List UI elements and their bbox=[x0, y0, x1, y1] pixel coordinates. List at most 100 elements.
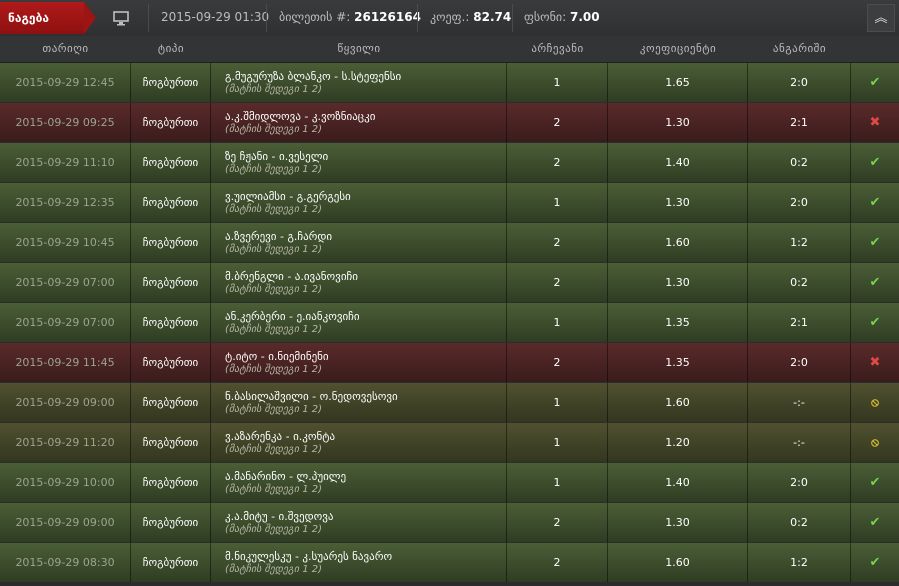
cell-status: ✖ bbox=[851, 103, 899, 142]
cell-status: ⦸ bbox=[851, 423, 899, 462]
table-row[interactable]: 2015-09-29 09:00 ჩოგბურთი კ.ა.მიტუ - ი.შვე… bbox=[0, 503, 899, 542]
match-name: ნ.ბასილაშვილი - ო.ნედოვესოვი bbox=[225, 390, 398, 403]
match-name: ა.მანარინო - ლ.პუილე bbox=[225, 470, 347, 483]
cell-type: ჩოგბურთი bbox=[131, 183, 211, 222]
market-name: (მატჩის შედეგი 1 2) bbox=[225, 324, 323, 335]
cell-choice: 2 bbox=[507, 263, 608, 302]
ticket-coef: კოეფ.: 82.74 bbox=[430, 10, 511, 24]
market-name: (მატჩის შედეგი 1 2) bbox=[225, 84, 323, 95]
separator bbox=[148, 4, 149, 32]
cell-type: ჩოგბურთი bbox=[131, 143, 211, 182]
cross-icon: ✖ bbox=[869, 355, 881, 370]
col-score: ანგარიში bbox=[772, 42, 827, 55]
cell-type: ჩოგბურთი bbox=[131, 463, 211, 502]
cell-odds: 1.35 bbox=[608, 303, 748, 342]
cell-date: 2015-09-29 07:00 bbox=[0, 303, 131, 342]
market-name: (მატჩის შედეგი 1 2) bbox=[225, 524, 323, 535]
void-icon: ⦸ bbox=[871, 435, 879, 449]
market-name: (მატჩის შედეგი 1 2) bbox=[225, 484, 323, 495]
cell-date: 2015-09-29 10:00 bbox=[0, 463, 131, 502]
cell-type: ჩოგბურთი bbox=[131, 423, 211, 462]
collapse-button[interactable]: ︽ bbox=[867, 4, 895, 32]
cell-odds: 1.60 bbox=[608, 383, 748, 422]
market-name: (მატჩის შედეგი 1 2) bbox=[225, 404, 323, 415]
cell-type: ჩოგბურთი bbox=[131, 303, 211, 342]
col-type: ტიპი bbox=[157, 42, 185, 55]
match-name: მ.ნიკულესკუ - კ.სუარეს ნავარო bbox=[225, 550, 393, 563]
market-name: (მატჩის შედეგი 1 2) bbox=[225, 124, 323, 135]
cell-choice: 1 bbox=[507, 63, 608, 102]
table-row[interactable]: 2015-09-29 11:45 ჩოგბურთი ტ.იტო - ი.ნიემინ… bbox=[0, 343, 899, 382]
cell-match: ტ.იტო - ი.ნიემინენი (მატჩის შედეგი 1 2) bbox=[211, 343, 507, 382]
cell-type: ჩოგბურთი bbox=[131, 263, 211, 302]
amount-value: 7.00 bbox=[569, 10, 600, 24]
cell-date: 2015-09-29 07:00 bbox=[0, 263, 131, 302]
cell-type: ჩოგბურთი bbox=[131, 383, 211, 422]
table-header: თარიღი ტიპი წყვილი არჩევანი კოეფიციენტი … bbox=[0, 36, 899, 63]
table-row[interactable]: 2015-09-29 12:35 ჩოგბურთი ვ.უილიამსი - გ.გ… bbox=[0, 183, 899, 222]
check-icon: ✔ bbox=[869, 475, 881, 490]
cell-date: 2015-09-29 10:45 bbox=[0, 223, 131, 262]
check-icon: ✔ bbox=[869, 515, 881, 530]
cell-type: ჩოგბურთი bbox=[131, 543, 211, 582]
table-row[interactable]: 2015-09-29 10:45 ჩოგბურთი ა.ზვერევი - გ.ჩა… bbox=[0, 223, 899, 262]
cell-match: ა.მანარინო - ლ.პუილე (მატჩის შედეგი 1 2) bbox=[211, 463, 507, 502]
cell-odds: 1.40 bbox=[608, 143, 748, 182]
table-row[interactable]: 2015-09-29 11:10 ჩოგბურთი ზე ჩჟანი - ი.ვეს… bbox=[0, 143, 899, 182]
market-name: (მატჩის შედეგი 1 2) bbox=[225, 364, 323, 375]
cell-choice: 2 bbox=[507, 143, 608, 182]
cell-date: 2015-09-29 09:25 bbox=[0, 103, 131, 142]
cell-choice: 2 bbox=[507, 103, 608, 142]
cell-match: ვ.უილიამსი - გ.გერგესი (მატჩის შედეგი 1 2… bbox=[211, 183, 507, 222]
separator bbox=[512, 4, 513, 32]
table-row[interactable]: 2015-09-29 07:00 ჩოგბურთი ან.კერბერი - ე.ი… bbox=[0, 303, 899, 342]
ticket-number-value: 26126164 bbox=[354, 10, 421, 24]
cell-score: 0:2 bbox=[748, 143, 851, 182]
chevron-up-double-icon: ︽ bbox=[874, 11, 888, 26]
check-icon: ✔ bbox=[869, 315, 881, 330]
ticket-datetime: 2015-09-29 01:30 bbox=[161, 10, 270, 24]
market-name: (მატჩის შედეგი 1 2) bbox=[225, 564, 323, 575]
table-row[interactable]: 2015-09-29 08:30 ჩოგბურთი მ.ნიკულესკუ - კ.… bbox=[0, 543, 899, 582]
cell-odds: 1.60 bbox=[608, 543, 748, 582]
table-row[interactable]: 2015-09-29 10:00 ჩოგბურთი ა.მანარინო - ლ.პ… bbox=[0, 463, 899, 502]
match-name: გ.მუგურუზა ბლანკო - ს.სტეფენსი bbox=[225, 70, 402, 83]
monitor-icon[interactable] bbox=[112, 9, 130, 27]
cell-odds: 1.30 bbox=[608, 503, 748, 542]
cell-date: 2015-09-29 12:35 bbox=[0, 183, 131, 222]
separator bbox=[266, 4, 267, 32]
cell-odds: 1.40 bbox=[608, 463, 748, 502]
cell-date: 2015-09-29 11:20 bbox=[0, 423, 131, 462]
table-row[interactable]: 2015-09-29 11:20 ჩოგბურთი ვ.აზარენკა - ი.კ… bbox=[0, 423, 899, 462]
cell-choice: 2 bbox=[507, 543, 608, 582]
cell-type: ჩოგბურთი bbox=[131, 343, 211, 382]
cell-date: 2015-09-29 09:00 bbox=[0, 383, 131, 422]
match-name: მ.ბრენგლი - ა.ივანოვიჩი bbox=[225, 270, 358, 283]
table-row[interactable]: 2015-09-29 12:45 ჩოგბურთი გ.მუგურუზა ბლანკ… bbox=[0, 63, 899, 102]
cell-date: 2015-09-29 11:10 bbox=[0, 143, 131, 182]
cell-score: 2:0 bbox=[748, 183, 851, 222]
check-icon: ✔ bbox=[869, 75, 881, 90]
market-name: (მატჩის შედეგი 1 2) bbox=[225, 284, 323, 295]
cell-match: ნ.ბასილაშვილი - ო.ნედოვესოვი (მატჩის შედე… bbox=[211, 383, 507, 422]
cell-score: 0:2 bbox=[748, 503, 851, 542]
cell-date: 2015-09-29 12:45 bbox=[0, 63, 131, 102]
match-name: ვ.აზარენკა - ი.კონტა bbox=[225, 430, 336, 443]
ticket-status-tag: ნაგება bbox=[0, 2, 96, 34]
cell-choice: 1 bbox=[507, 463, 608, 502]
cell-odds: 1.30 bbox=[608, 103, 748, 142]
cell-choice: 2 bbox=[507, 343, 608, 382]
cell-odds: 1.35 bbox=[608, 343, 748, 382]
cell-match: ვ.აზარენკა - ი.კონტა (მატჩის შედეგი 1 2) bbox=[211, 423, 507, 462]
table-row[interactable]: 2015-09-29 07:00 ჩოგბურთი მ.ბრენგლი - ა.ივ… bbox=[0, 263, 899, 302]
market-name: (მატჩის შედეგი 1 2) bbox=[225, 444, 323, 455]
table-row[interactable]: 2015-09-29 09:25 ჩოგბურთი ა.კ.შმიდლოვა - კ… bbox=[0, 103, 899, 142]
cell-type: ჩოგბურთი bbox=[131, 63, 211, 102]
cell-score: -:- bbox=[748, 423, 851, 462]
cell-score: 2:1 bbox=[748, 303, 851, 342]
table-row[interactable]: 2015-09-29 09:00 ჩოგბურთი ნ.ბასილაშვილი - … bbox=[0, 383, 899, 422]
match-name: ან.კერბერი - ე.იანკოვიჩი bbox=[225, 310, 360, 323]
cell-status: ✔ bbox=[851, 503, 899, 542]
match-name: ვ.უილიამსი - გ.გერგესი bbox=[225, 190, 351, 203]
cell-status: ⦸ bbox=[851, 383, 899, 422]
